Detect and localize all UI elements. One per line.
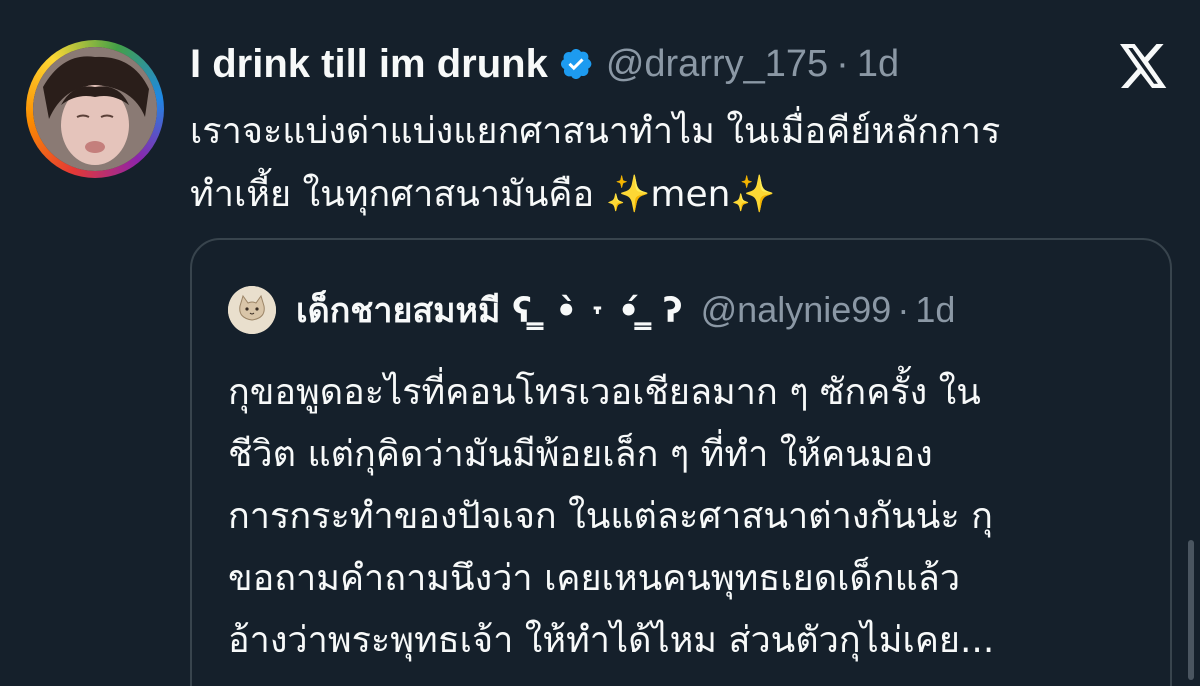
tweet[interactable]: I drink till im drunk @drarry_175 · 1d เ… <box>0 0 1200 686</box>
quoted-body-line: ชีวิต แต่กุคิดว่ามันมีพ้อยเล็ก ๆ ที่ทำ ใ… <box>228 434 933 475</box>
quoted-tweet-header: เด็กชายสมหมี ʕ ̳ •̀ ˕ •́ ̳ ʔ @nalynie99 … <box>296 284 955 336</box>
quoted-header-separator: · <box>897 289 910 330</box>
avatar-face-graphic <box>33 47 157 171</box>
quoted-tweet-body: กุขอพูดอะไรที่คอนโทรเวอเชียลมาก ๆ ซักครั… <box>228 362 1148 672</box>
quoted-body-line: อ้างว่าพระพุทธเจ้า ให้ทำได้ไหม ส่วนตัวกุ… <box>228 620 995 661</box>
post-timestamp[interactable]: 1d <box>857 43 899 86</box>
quoted-body-line: การกระทำของปัจเจก ในแต่ละศาสนาต่างกันน่ะ… <box>228 496 993 537</box>
quoted-author-handle[interactable]: @nalynie99 <box>701 289 892 331</box>
author-display-name[interactable]: I drink till im drunk <box>190 42 548 87</box>
cat-avatar-graphic <box>228 286 276 334</box>
author-handle[interactable]: @drarry_175 <box>606 43 828 86</box>
avatar-image <box>33 47 157 171</box>
quoted-timestamp[interactable]: 1d <box>915 289 955 331</box>
verified-badge-icon <box>560 49 592 79</box>
tweet-body: เราจะแบ่งด่าแบ่งแยกศาสนาทำไม ในเมื่อคีย์… <box>190 100 1180 226</box>
scrollbar[interactable] <box>1188 540 1194 680</box>
tweet-body-line: เราจะแบ่งด่าแบ่งแยกศาสนาทำไม ในเมื่อคีย์… <box>190 111 1001 152</box>
quoted-body-line: กุขอพูดอะไรที่คอนโทรเวอเชียลมาก ๆ ซักครั… <box>228 372 981 413</box>
quoted-body-line: ขอถามคำถามนึงว่า เคยเหนคนพุทธเยดเด็กแล้ว <box>228 558 961 599</box>
quoted-tweet[interactable]: เด็กชายสมหมี ʕ ̳ •̀ ˕ •́ ̳ ʔ @nalynie99 … <box>190 238 1172 686</box>
profile-avatar[interactable] <box>26 40 164 178</box>
cat-avatar[interactable] <box>228 286 276 334</box>
header-separator: · <box>836 42 849 85</box>
tweet-header: I drink till im drunk @drarry_175 · 1d <box>190 38 899 90</box>
tweet-body-line: ทำเหี้ย ในทุกศาสนามันคือ ✨men✨ <box>190 174 776 215</box>
quoted-author-display-name[interactable]: เด็กชายสมหมี ʕ ̳ •̀ ˕ •́ ̳ ʔ <box>296 283 683 337</box>
x-logo-icon[interactable] <box>1120 44 1168 88</box>
